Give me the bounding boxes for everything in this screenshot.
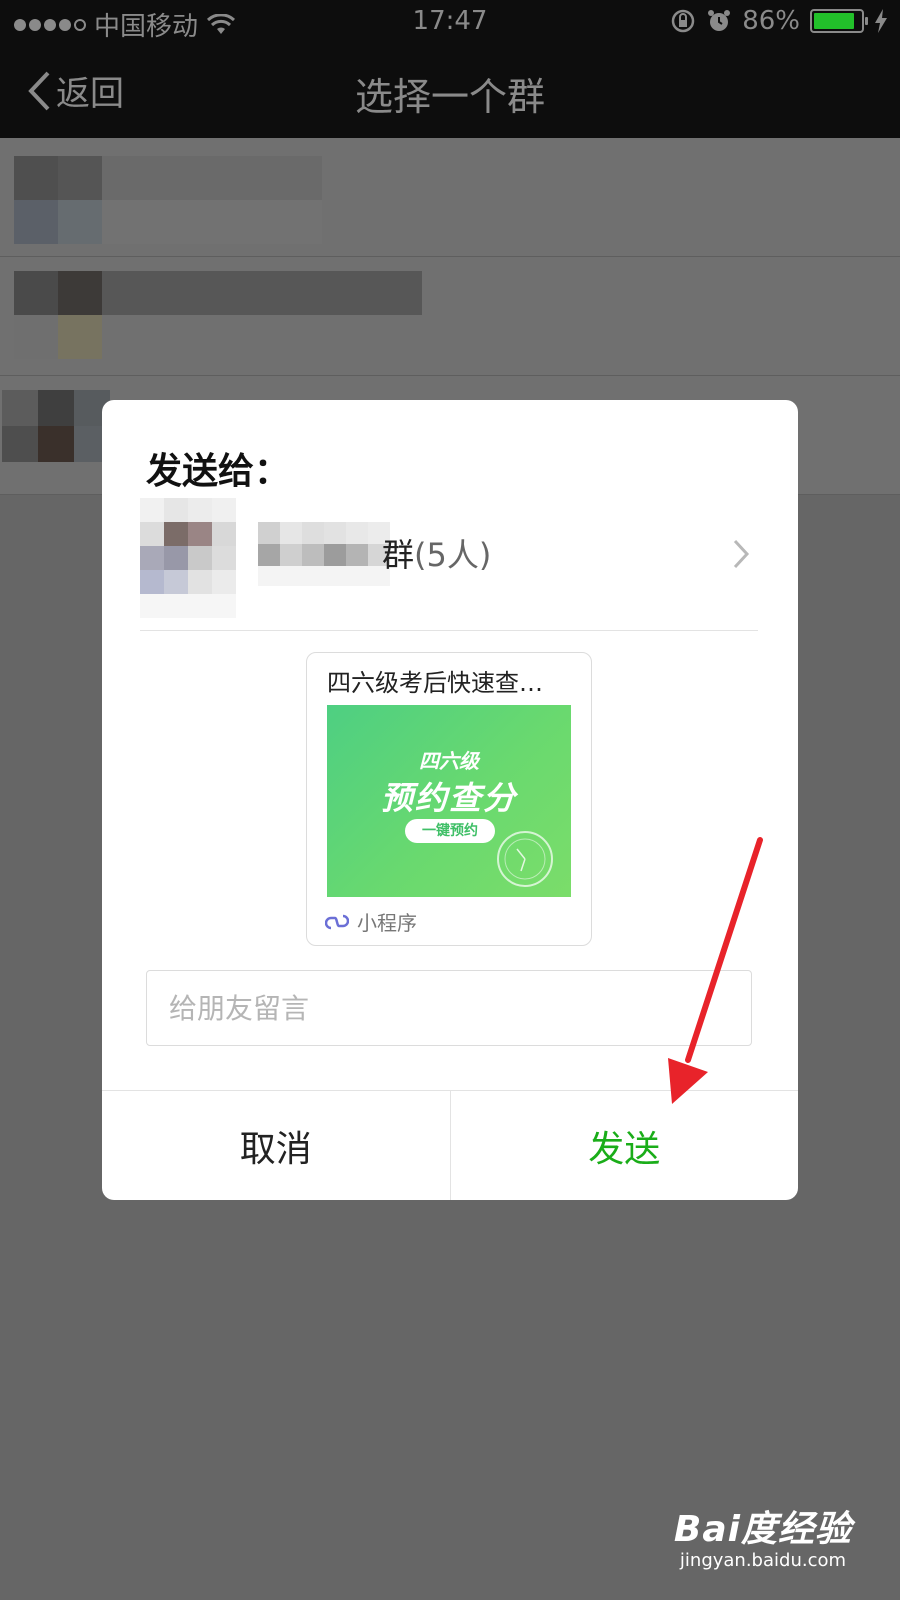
cancel-button[interactable]: 取消: [102, 1091, 451, 1200]
status-right: 86%: [670, 6, 888, 36]
alarm-icon: [708, 10, 731, 31]
send-dialog: 发送给： 群(5人) 四六级考后快速查… 四六级 预约查分 一键预约 小程序 给…: [102, 400, 798, 1200]
page-title: 选择一个群: [354, 75, 545, 119]
chevron-right-icon: [733, 539, 750, 569]
clock-icon: [497, 831, 553, 887]
card-footer-label: 小程序: [357, 911, 417, 935]
recipient-count: (5人): [414, 536, 492, 574]
watermark: Bai度经验 jingyan.baidu.com: [674, 1500, 852, 1571]
charging-bolt-icon: [875, 9, 887, 33]
mini-program-icon: [325, 914, 349, 929]
recipient-row[interactable]: 群(5人): [140, 498, 758, 631]
recipient-name: 群(5人): [382, 530, 491, 576]
card-image-button: 一键预约: [405, 819, 495, 843]
card-footer: 小程序: [325, 907, 417, 936]
dialog-buttons: 取消 发送: [102, 1090, 798, 1200]
battery-icon: [810, 9, 868, 33]
battery-level-fill: [814, 13, 854, 29]
watermark-url: jingyan.baidu.com: [679, 1550, 847, 1571]
avatar: [140, 498, 236, 618]
recipient-name-text: 群: [382, 536, 415, 574]
message-input[interactable]: [146, 970, 752, 1046]
card-image-subtitle: 四六级: [419, 749, 479, 773]
card-title: 四六级考后快速查…: [327, 669, 543, 697]
battery-percent: 86%: [742, 6, 800, 36]
watermark-logo: Bai度经验: [673, 1509, 852, 1550]
list-item[interactable]: [0, 138, 900, 257]
nav-bar: 返回 选择一个群: [0, 44, 900, 138]
send-button[interactable]: 发送: [451, 1091, 799, 1200]
dialog-title: 发送给：: [146, 451, 291, 492]
list-item[interactable]: [0, 257, 900, 376]
mini-program-card[interactable]: 四六级考后快速查… 四六级 预约查分 一键预约 小程序: [306, 652, 592, 946]
status-bar: 中国移动 17:47 86%: [0, 0, 900, 44]
recipient-name-blur: [258, 522, 390, 586]
card-thumbnail: 四六级 预约查分 一键预约: [327, 705, 571, 897]
rotation-lock-icon: [671, 9, 695, 33]
card-image-title: 预约查分: [380, 779, 517, 817]
